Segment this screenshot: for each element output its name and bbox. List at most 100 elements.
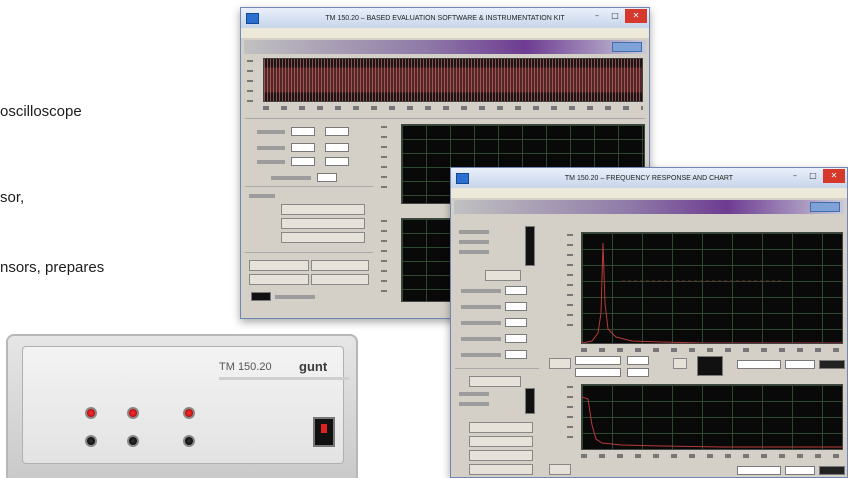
title-bar[interactable]: TM 150.20 – FREQUENCY RESPONSE AND CHART…: [451, 168, 847, 188]
control-button[interactable]: [249, 274, 309, 285]
option-button[interactable]: [281, 232, 365, 243]
frequency-response-window[interactable]: TM 150.20 – FREQUENCY RESPONSE AND CHART…: [450, 167, 848, 478]
setting-label: [257, 130, 285, 134]
banner-button[interactable]: [612, 42, 642, 52]
divider: [245, 186, 373, 187]
device-model-label: TM 150.20: [219, 361, 272, 373]
instrumentation-device-photo: TM 150.20 gunt: [6, 334, 358, 478]
control-button[interactable]: [673, 358, 687, 369]
value-field[interactable]: [737, 360, 781, 369]
control-button[interactable]: [311, 260, 369, 271]
value-field[interactable]: [575, 356, 621, 365]
response-trace: [582, 242, 842, 343]
y-axis-ticks: [247, 60, 253, 102]
y-axis-ticks: [381, 220, 387, 300]
black-jack: [85, 435, 97, 447]
red-jack: [183, 407, 195, 419]
action-button[interactable]: [469, 422, 533, 433]
setting-label: [257, 146, 285, 150]
indicator-bar: [525, 388, 535, 414]
minimize-button[interactable]: –: [787, 169, 803, 183]
indicator-bar: [525, 226, 535, 266]
x-axis-ticks: [581, 454, 843, 458]
setting-label: [461, 305, 501, 309]
value-field[interactable]: [627, 368, 649, 377]
setting-label: [461, 289, 501, 293]
setting-label: [461, 353, 501, 357]
action-button[interactable]: [469, 450, 533, 461]
banner-bar: [244, 40, 646, 54]
value-field[interactable]: [737, 466, 781, 475]
indicator-label: [275, 295, 315, 299]
indicator-box: [819, 360, 845, 369]
frequency-response-plot: [581, 232, 843, 344]
menu-bar[interactable]: [451, 188, 847, 198]
setting-field[interactable]: [505, 350, 527, 359]
setting-label: [459, 230, 489, 234]
y-axis-ticks: [381, 126, 387, 196]
action-button[interactable]: [469, 464, 533, 475]
y-axis-ticks: [567, 386, 573, 446]
minimize-button[interactable]: –: [589, 9, 605, 23]
setting-label: [461, 321, 501, 325]
chart-plot: [581, 384, 843, 450]
setting-field[interactable]: [325, 143, 349, 152]
oscilloscope-plot: [263, 58, 643, 102]
x-axis-ticks: [581, 348, 843, 352]
option-button[interactable]: [281, 204, 365, 215]
setting-label: [459, 250, 489, 254]
option-button[interactable]: [485, 270, 521, 281]
setting-field[interactable]: [505, 286, 527, 295]
description-text-line: oscilloscope: [0, 103, 82, 120]
setting-label: [461, 337, 501, 341]
red-jack: [127, 407, 139, 419]
chart-trace: [582, 396, 842, 448]
setting-label: [459, 402, 489, 406]
divider: [245, 252, 373, 253]
setting-label: [459, 240, 489, 244]
control-button[interactable]: [549, 358, 571, 369]
setting-field[interactable]: [505, 318, 527, 327]
maximize-button[interactable]: □: [805, 169, 821, 183]
maximize-button[interactable]: □: [607, 9, 623, 23]
indicator-box: [251, 292, 271, 301]
indicator-box: [819, 466, 845, 475]
red-jack: [85, 407, 97, 419]
setting-label: [459, 392, 489, 396]
value-field[interactable]: [785, 466, 815, 475]
banner-bar: [454, 200, 844, 214]
black-jack: [183, 435, 195, 447]
signal-trace: [264, 59, 642, 101]
setting-field[interactable]: [291, 143, 315, 152]
title-bar[interactable]: TM 150.20 – BASED EVALUATION SOFTWARE & …: [241, 8, 649, 28]
black-jack: [127, 435, 139, 447]
control-button[interactable]: [311, 274, 369, 285]
divider: [245, 118, 645, 119]
setting-field[interactable]: [325, 127, 349, 136]
control-button[interactable]: [249, 260, 309, 271]
value-field[interactable]: [785, 360, 815, 369]
setting-field[interactable]: [505, 334, 527, 343]
device-front-panel: TM 150.20 gunt: [22, 346, 349, 464]
description-text-line: sor,: [0, 189, 25, 206]
action-button[interactable]: [469, 436, 533, 447]
close-button[interactable]: ✕: [823, 169, 845, 183]
x-axis-ticks: [263, 106, 643, 110]
value-field[interactable]: [575, 368, 621, 377]
value-field[interactable]: [627, 356, 649, 365]
setting-field[interactable]: [325, 157, 349, 166]
control-button[interactable]: [549, 464, 571, 475]
setting-field[interactable]: [291, 157, 315, 166]
setting-field[interactable]: [505, 302, 527, 311]
option-button[interactable]: [281, 218, 365, 229]
setting-field[interactable]: [291, 127, 315, 136]
setting-label: [257, 160, 285, 164]
y-axis-ticks: [567, 234, 573, 334]
close-button[interactable]: ✕: [625, 9, 647, 23]
setting-label: [271, 176, 311, 180]
banner-button[interactable]: [810, 202, 840, 212]
indicator-box: [697, 356, 723, 376]
option-button[interactable]: [469, 376, 521, 387]
setting-field[interactable]: [317, 173, 337, 182]
menu-bar[interactable]: [241, 28, 649, 38]
